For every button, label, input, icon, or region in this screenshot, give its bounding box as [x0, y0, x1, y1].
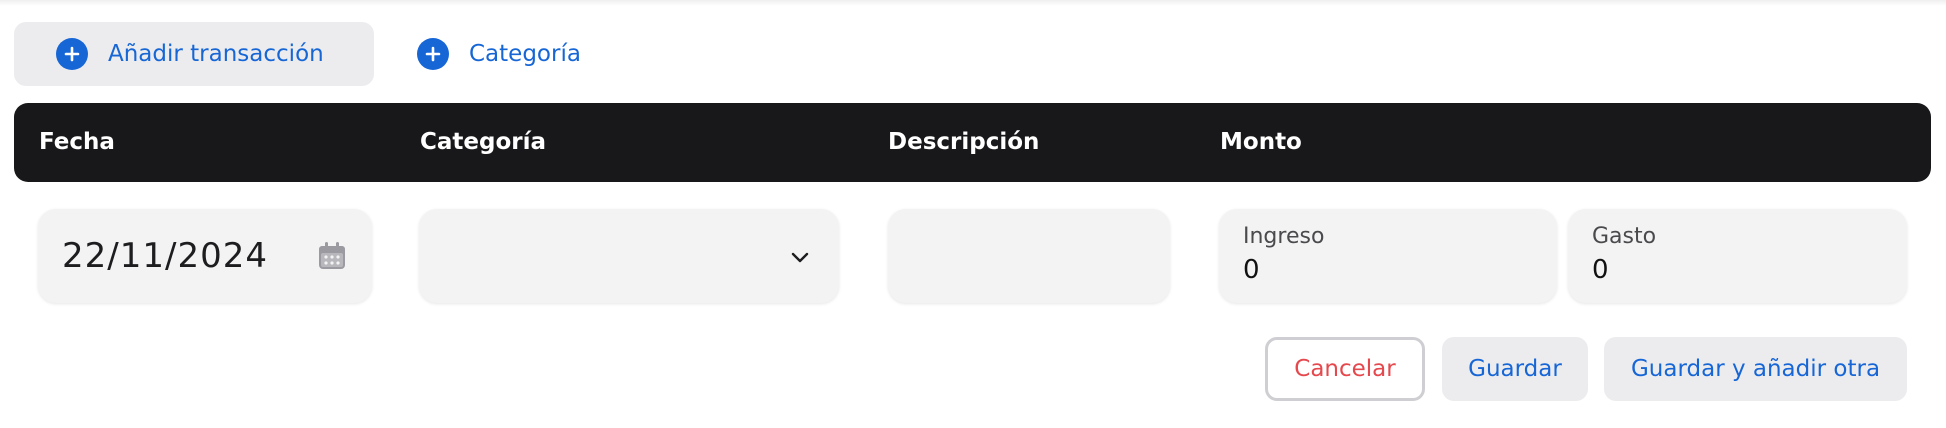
add-transaction-button[interactable]: Añadir transacción [14, 22, 374, 86]
income-input[interactable]: Ingreso 0 [1219, 209, 1557, 303]
add-transaction-label: Añadir transacción [108, 41, 324, 67]
table-header: Fecha Categoría Descripción Monto [14, 103, 1931, 182]
cancel-button[interactable]: Cancelar [1265, 337, 1425, 401]
plus-circle-icon [417, 38, 449, 70]
chevron-down-icon [789, 246, 811, 268]
column-header-date: Fecha [39, 129, 115, 155]
top-divider [0, 0, 1946, 6]
expense-label: Gasto [1592, 224, 1657, 249]
column-header-amount: Monto [1220, 129, 1302, 155]
date-input[interactable]: 22/11/2024 [38, 209, 372, 303]
add-category-label: Categoría [469, 41, 581, 67]
plus-circle-icon [56, 38, 88, 70]
expense-input[interactable]: Gasto 0 [1568, 209, 1907, 303]
date-value: 22/11/2024 [62, 236, 268, 276]
category-select[interactable] [419, 209, 839, 303]
income-label: Ingreso [1243, 224, 1325, 249]
income-value: 0 [1243, 255, 1260, 285]
save-button[interactable]: Guardar [1442, 337, 1588, 401]
action-bar: Añadir transacción Categoría [14, 22, 581, 86]
column-header-category: Categoría [420, 129, 547, 155]
add-category-button[interactable]: Categoría [417, 22, 581, 86]
expense-value: 0 [1592, 255, 1609, 285]
calendar-icon[interactable] [316, 240, 348, 272]
description-input[interactable] [888, 209, 1170, 303]
new-transaction-row: 22/11/2024 Ingreso 0 Gasto 0 [0, 209, 1946, 305]
column-header-description: Descripción [888, 129, 1040, 155]
save-and-add-button[interactable]: Guardar y añadir otra [1604, 337, 1907, 401]
